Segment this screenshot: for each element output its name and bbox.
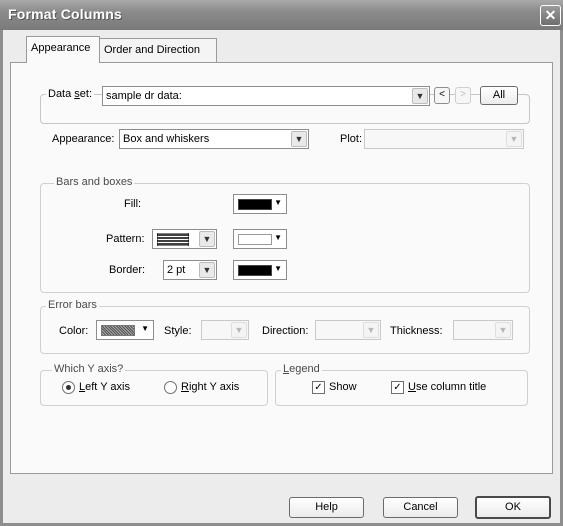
cancel-button[interactable]: Cancel xyxy=(383,497,458,518)
tab-order-label: Order and Direction xyxy=(104,44,200,56)
y-axis-title: Which Y axis? xyxy=(52,363,126,375)
chevron-down-icon: ▼ xyxy=(231,322,247,338)
show-legend-label[interactable]: Show xyxy=(329,381,357,393)
chevron-down-icon: ▼ xyxy=(141,324,149,333)
border-color-swatch xyxy=(238,265,272,276)
error-style-label: Style: xyxy=(164,325,192,337)
pattern-label: Pattern: xyxy=(106,233,145,245)
chevron-down-icon: ▼ xyxy=(412,88,428,104)
left-y-axis-label[interactable]: Left Y axis xyxy=(79,381,130,393)
fill-label: Fill: xyxy=(124,198,142,210)
pattern-select[interactable]: ▼ xyxy=(152,229,217,249)
use-column-title-checkbox[interactable]: ✓ xyxy=(391,381,404,394)
dataset-label: Data set: xyxy=(46,88,95,100)
chevron-down-icon: ▼ xyxy=(274,233,282,242)
prev-dataset-button[interactable]: < xyxy=(434,87,450,104)
pattern-color-button[interactable]: ▼ xyxy=(233,229,287,249)
show-legend-checkbox[interactable]: ✓ xyxy=(312,381,325,394)
right-y-axis-radio[interactable] xyxy=(164,381,177,394)
border-color-button[interactable]: ▼ xyxy=(233,260,287,280)
error-bars-title: Error bars xyxy=(46,299,99,311)
horizontal-lines-pattern-icon xyxy=(157,233,189,246)
border-width-select[interactable]: 2 pt ▼ xyxy=(163,260,217,280)
dataset-value: sample dr data: xyxy=(106,90,182,102)
error-thickness-select[interactable]: ▼ xyxy=(453,320,513,340)
ok-button[interactable]: OK xyxy=(475,496,551,519)
chevron-down-icon: ▼ xyxy=(506,131,522,147)
right-y-axis-label[interactable]: Right Y axis xyxy=(181,381,239,393)
chevron-down-icon: ▼ xyxy=(495,322,511,338)
border-width-value: 2 pt xyxy=(167,264,186,276)
pattern-color-swatch xyxy=(238,234,272,245)
tab-appearance[interactable]: Appearance xyxy=(26,36,100,63)
chevron-down-icon: ▼ xyxy=(274,264,282,273)
error-direction-select[interactable]: ▼ xyxy=(315,320,381,340)
tab-appearance-label: Appearance xyxy=(31,42,91,54)
bars-boxes-title: Bars and boxes xyxy=(54,176,135,188)
close-icon[interactable]: ✕ xyxy=(540,5,561,26)
plot-select[interactable]: ▼ xyxy=(364,129,524,149)
left-y-axis-radio[interactable] xyxy=(62,381,75,394)
error-direction-label: Direction: xyxy=(262,325,309,337)
appearance-value: Box and whiskers xyxy=(123,133,210,145)
all-button[interactable]: All xyxy=(480,86,518,105)
error-color-button[interactable]: ▼ xyxy=(96,320,154,340)
tab-order-and-direction[interactable]: Order and Direction xyxy=(99,38,217,62)
appearance-label: Appearance: xyxy=(52,133,115,145)
radio-selected-dot xyxy=(66,385,71,390)
window-title: Format Columns xyxy=(8,6,123,22)
chevron-down-icon: ▼ xyxy=(274,198,282,207)
chevron-down-icon: ▼ xyxy=(363,322,379,338)
chevron-down-icon: ▼ xyxy=(199,262,215,278)
next-dataset-button[interactable]: > xyxy=(455,87,471,104)
legend-title: Legend xyxy=(281,363,322,375)
chevron-down-icon: ▼ xyxy=(291,131,307,147)
fill-color-swatch xyxy=(238,199,272,210)
error-color-label: Color: xyxy=(59,325,89,337)
fill-color-button[interactable]: ▼ xyxy=(233,194,287,214)
error-color-swatch xyxy=(101,325,135,336)
help-button[interactable]: Help xyxy=(289,497,364,518)
use-column-title-label[interactable]: Use column title xyxy=(408,381,486,393)
title-bar: Format Columns ✕ xyxy=(0,0,563,30)
error-thickness-label: Thickness: xyxy=(390,325,443,337)
appearance-select[interactable]: Box and whiskers ▼ xyxy=(119,129,309,149)
border-label: Border: xyxy=(109,264,146,276)
dataset-select[interactable]: sample dr data: ▼ xyxy=(102,86,430,106)
plot-label: Plot: xyxy=(340,133,363,145)
chevron-down-icon: ▼ xyxy=(199,231,215,247)
error-style-select[interactable]: ▼ xyxy=(201,320,249,340)
